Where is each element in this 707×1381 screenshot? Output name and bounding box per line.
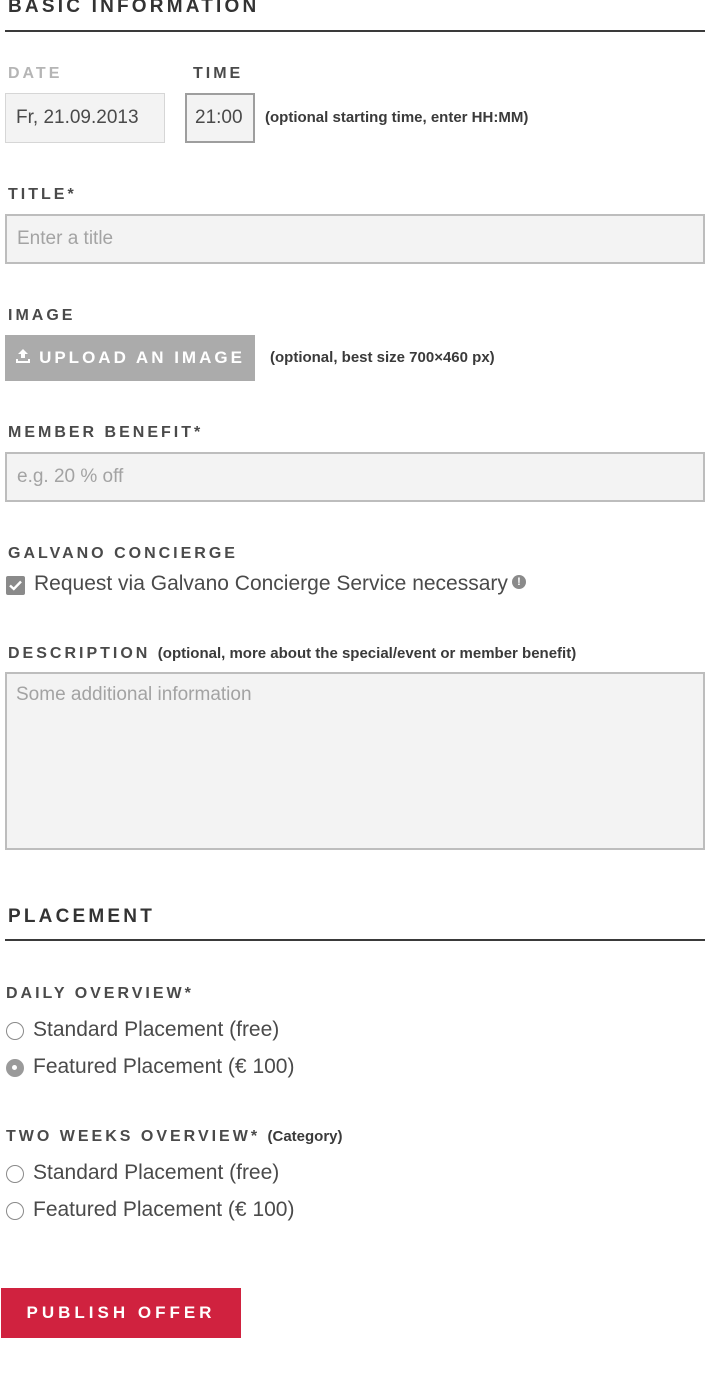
concierge-label: GALVANO CONCIERGE: [8, 545, 238, 562]
two-weeks-label-text: TWO WEEKS OVERVIEW*: [6, 1128, 261, 1145]
section-heading-placement: PLACEMENT: [8, 906, 156, 927]
member-benefit-label: MEMBER BENEFIT*: [8, 424, 204, 441]
upload-button-label: UPLOAD AN IMAGE: [39, 348, 245, 367]
image-label: IMAGE: [8, 307, 76, 324]
two-weeks-featured-label[interactable]: Featured Placement (€ 100): [33, 1198, 294, 1222]
daily-featured-radio[interactable]: [6, 1059, 24, 1077]
image-hint: (optional, best size 700×460 px): [270, 349, 495, 366]
section-heading-basic-information: BASIC INFORMATION: [8, 0, 260, 17]
time-field[interactable]: [185, 93, 255, 143]
concierge-option[interactable]: Request via Galvano Concierge Service ne…: [34, 572, 526, 596]
two-weeks-overview-label: TWO WEEKS OVERVIEW* (Category): [6, 1128, 343, 1146]
time-label: TIME: [193, 65, 244, 82]
two-weeks-featured-radio[interactable]: [6, 1202, 24, 1220]
two-weeks-standard-label[interactable]: Standard Placement (free): [33, 1161, 279, 1185]
description-label: DESCRIPTION (optional, more about the sp…: [8, 645, 576, 663]
two-weeks-standard-radio[interactable]: [6, 1165, 24, 1183]
title-label: TITLE*: [8, 186, 77, 203]
daily-standard-label[interactable]: Standard Placement (free): [33, 1018, 279, 1042]
check-icon: [9, 580, 22, 591]
concierge-checkbox[interactable]: [6, 576, 25, 595]
section-divider: [5, 30, 705, 32]
info-icon[interactable]: !: [511, 575, 526, 590]
publish-offer-button[interactable]: PUBLISH OFFER: [1, 1288, 241, 1338]
description-label-text: DESCRIPTION: [8, 645, 151, 662]
concierge-option-label: Request via Galvano Concierge Service ne…: [34, 572, 508, 595]
member-benefit-input[interactable]: [5, 452, 705, 502]
upload-icon: [15, 348, 31, 369]
time-hint: (optional starting time, enter HH:MM): [265, 109, 529, 126]
description-hint: (optional, more about the special/event …: [157, 645, 577, 662]
title-input[interactable]: [5, 214, 705, 264]
description-textarea[interactable]: [5, 672, 705, 850]
date-field[interactable]: [5, 93, 165, 143]
upload-image-button[interactable]: UPLOAD AN IMAGE: [5, 335, 255, 381]
daily-overview-label: DAILY OVERVIEW*: [6, 985, 194, 1002]
date-label: DATE: [8, 65, 63, 82]
daily-standard-radio[interactable]: [6, 1022, 24, 1040]
section-divider: [5, 939, 705, 941]
two-weeks-hint: (Category): [267, 1128, 343, 1145]
daily-featured-label[interactable]: Featured Placement (€ 100): [33, 1055, 294, 1079]
